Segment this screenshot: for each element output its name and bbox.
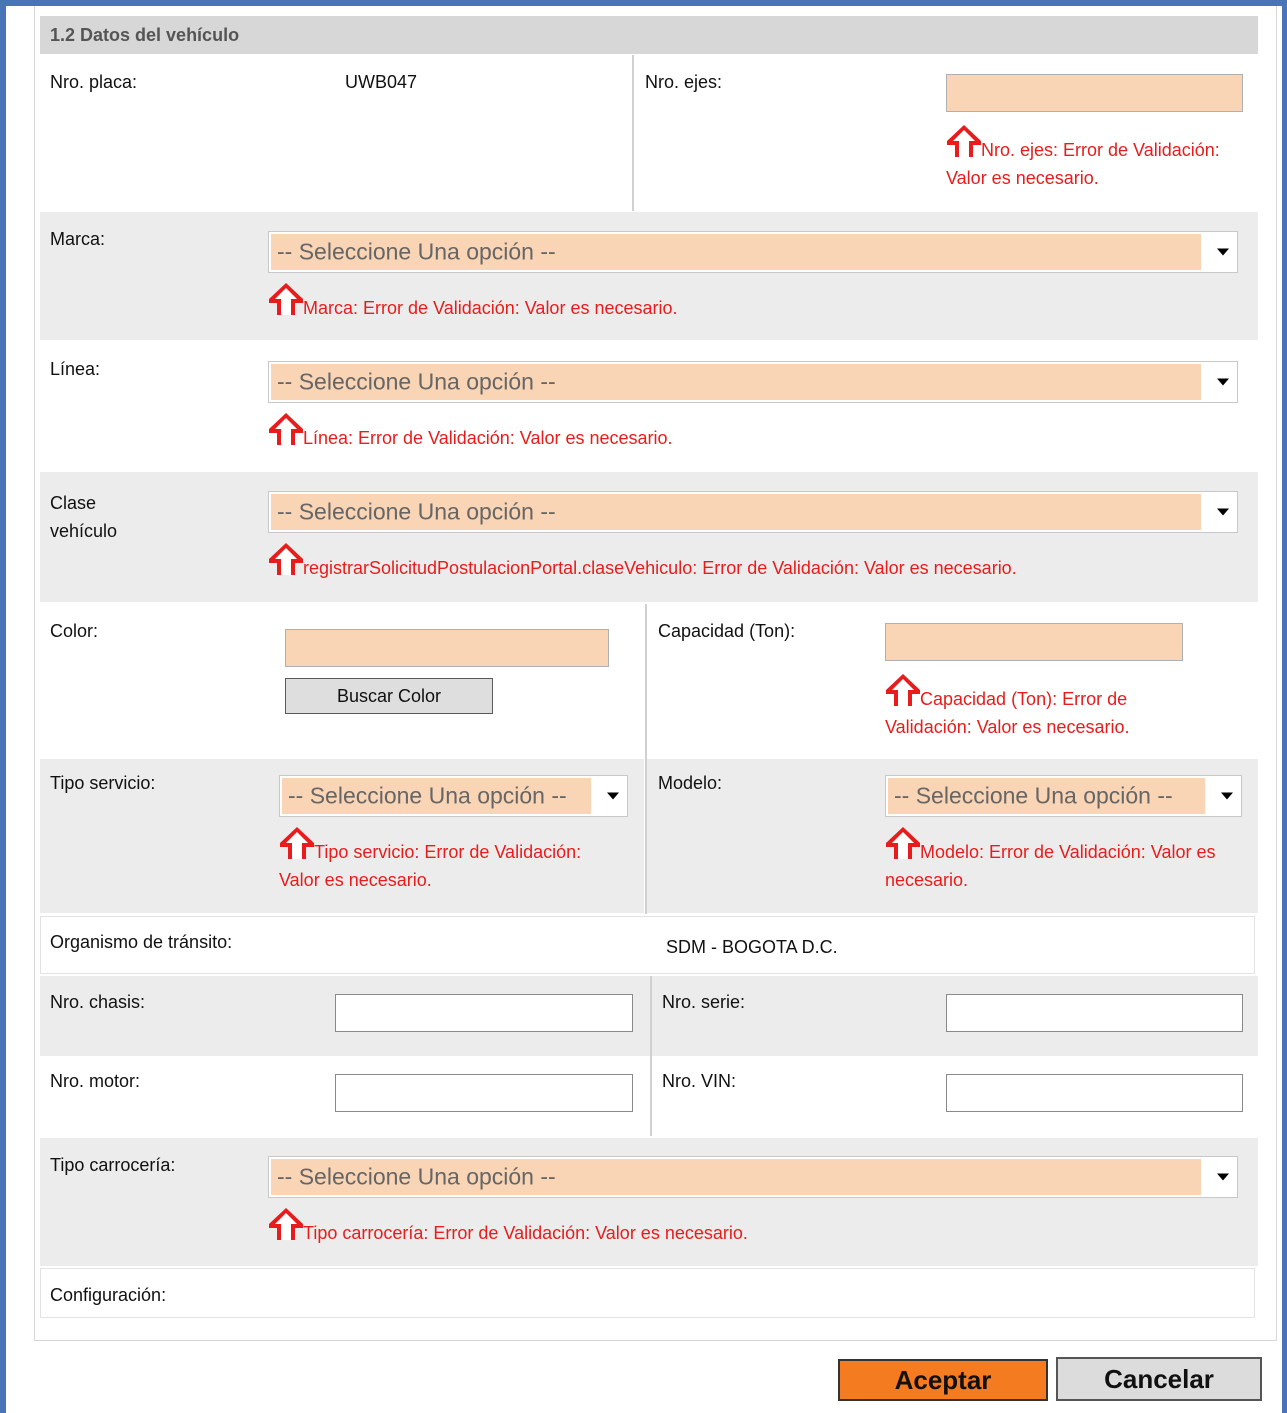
modelo-error-text: Modelo: Error de Validación: Valor es ne…: [885, 842, 1216, 890]
color-label: Color:: [50, 621, 99, 641]
error-arrow-icon: [269, 543, 303, 575]
error-arrow-icon: [269, 1208, 303, 1240]
capacidad-input[interactable]: [885, 623, 1183, 661]
ejes-error: Nro. ejes: Error de Validación: Valor es…: [946, 124, 1246, 192]
capacidad-error-text: Capacidad (Ton): Error de Validación: Va…: [885, 689, 1130, 737]
configuracion-cell: [40, 1268, 1255, 1318]
vin-input[interactable]: [946, 1074, 1243, 1112]
serie-input[interactable]: [946, 994, 1243, 1032]
capacidad-error: Capacidad (Ton): Error de Validación: Va…: [885, 673, 1205, 741]
color-input[interactable]: [285, 629, 609, 667]
buscar-color-button[interactable]: Buscar Color: [285, 678, 493, 714]
capacidad-label: Capacidad (Ton):: [658, 621, 796, 641]
linea-select-value: -- Seleccione Una opción --: [277, 368, 556, 395]
modelo-select[interactable]: -- Seleccione Una opción --: [885, 775, 1242, 817]
cancelar-button[interactable]: Cancelar: [1056, 1357, 1262, 1401]
ejes-error-text: Nro. ejes: Error de Validación: Valor es…: [946, 140, 1220, 188]
placa-value: UWB047: [345, 72, 418, 92]
clase-label-line1: Clase: [50, 493, 97, 513]
tipo-servicio-select[interactable]: -- Seleccione Una opción --: [279, 775, 628, 817]
modelo-label: Modelo:: [658, 773, 723, 793]
clase-select[interactable]: -- Seleccione Una opción --: [268, 491, 1238, 533]
tipo-servicio-select-value: -- Seleccione Una opción --: [288, 782, 567, 809]
tipo-servicio-label: Tipo servicio:: [50, 773, 156, 793]
carroceria-error: Tipo carrocería: Error de Validación: Va…: [268, 1207, 748, 1247]
tipo-servicio-error-text: Tipo servicio: Error de Validación: Valo…: [279, 842, 582, 890]
error-arrow-icon: [947, 125, 981, 157]
modelo-select-value: -- Seleccione Una opción --: [894, 782, 1173, 809]
linea-error: Línea: Error de Validación: Valor es nec…: [268, 412, 673, 452]
linea-error-text: Línea: Error de Validación: Valor es nec…: [303, 428, 673, 448]
chevron-down-icon: [1221, 792, 1233, 800]
clase-select-value: -- Seleccione Una opción --: [277, 498, 556, 525]
chevron-down-icon: [1217, 508, 1229, 516]
section-title: 1.2 Datos del vehículo: [50, 25, 240, 45]
motor-label: Nro. motor:: [50, 1071, 141, 1091]
motor-input[interactable]: [335, 1074, 633, 1112]
ejes-label: Nro. ejes:: [645, 72, 723, 92]
clase-error: registrarSolicitudPostulacionPortal.clas…: [268, 542, 1017, 582]
error-arrow-icon: [886, 674, 920, 706]
placa-label: Nro. placa:: [50, 72, 138, 92]
clase-label-line2: vehículo: [50, 521, 118, 541]
marca-error: Marca: Error de Validación: Valor es nec…: [268, 282, 678, 322]
error-arrow-icon: [886, 827, 920, 859]
chevron-down-icon: [1217, 248, 1229, 256]
linea-label: Línea:: [50, 359, 101, 379]
tipo-servicio-error: Tipo servicio: Error de Validación: Valo…: [279, 826, 599, 894]
organismo-value: SDM - BOGOTA D.C.: [666, 937, 838, 957]
carroceria-select[interactable]: -- Seleccione Una opción --: [268, 1156, 1238, 1198]
divider: [650, 976, 652, 1136]
aceptar-button[interactable]: Aceptar: [838, 1359, 1048, 1401]
error-arrow-icon: [280, 827, 314, 859]
section-header: 1.2 Datos del vehículo: [40, 16, 1258, 54]
clase-label: Clase vehículo: [50, 489, 117, 545]
clase-error-text: registrarSolicitudPostulacionPortal.clas…: [303, 558, 1017, 578]
serie-label: Nro. serie:: [662, 992, 746, 1012]
marca-error-text: Marca: Error de Validación: Valor es nec…: [303, 298, 678, 318]
chevron-down-icon: [1217, 378, 1229, 386]
ejes-input[interactable]: [946, 74, 1243, 112]
marca-select-value: -- Seleccione Una opción --: [277, 238, 556, 265]
marca-label: Marca:: [50, 229, 106, 249]
configuracion-label: Configuración:: [50, 1285, 167, 1305]
chasis-input[interactable]: [335, 994, 633, 1032]
chevron-down-icon: [1217, 1173, 1229, 1181]
vin-label: Nro. VIN:: [662, 1071, 737, 1091]
linea-select[interactable]: -- Seleccione Una opción --: [268, 361, 1238, 403]
carroceria-error-text: Tipo carrocería: Error de Validación: Va…: [303, 1223, 748, 1243]
modelo-error: Modelo: Error de Validación: Valor es ne…: [885, 826, 1250, 894]
carroceria-select-value: -- Seleccione Una opción --: [277, 1163, 556, 1190]
chasis-label: Nro. chasis:: [50, 992, 146, 1012]
organismo-label: Organismo de tránsito:: [50, 932, 233, 952]
error-arrow-icon: [269, 283, 303, 315]
chevron-down-icon: [607, 792, 619, 800]
marca-select[interactable]: -- Seleccione Una opción --: [268, 231, 1238, 273]
error-arrow-icon: [269, 413, 303, 445]
carroceria-label: Tipo carrocería:: [50, 1155, 176, 1175]
